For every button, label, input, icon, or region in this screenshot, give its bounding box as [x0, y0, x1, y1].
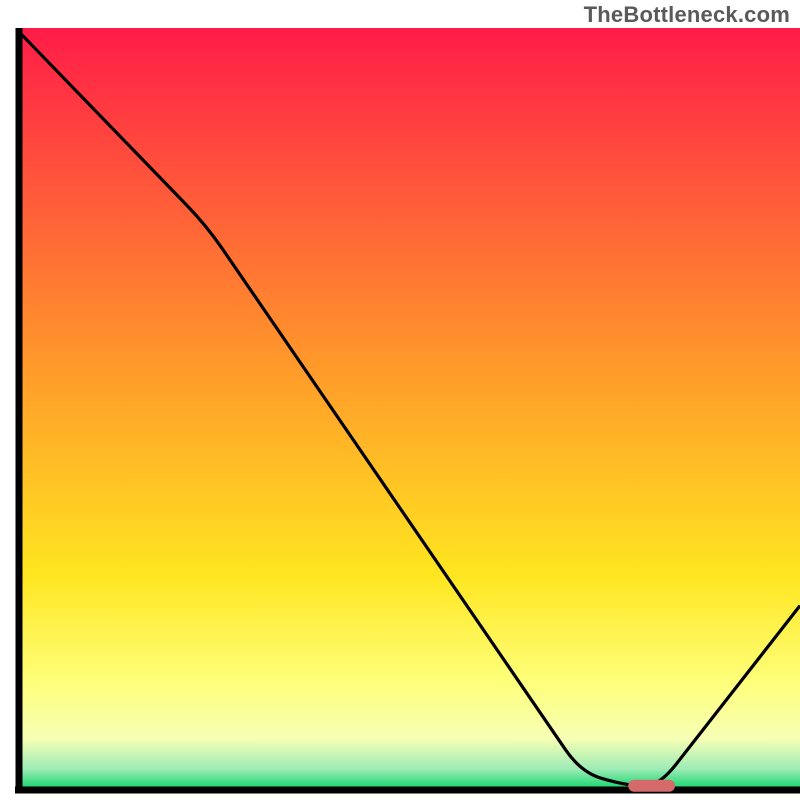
watermark-text: TheBottleneck.com: [584, 2, 790, 28]
bottleneck-chart: [13, 28, 800, 800]
minimum-marker: [628, 780, 675, 792]
chart-background: [19, 28, 800, 788]
